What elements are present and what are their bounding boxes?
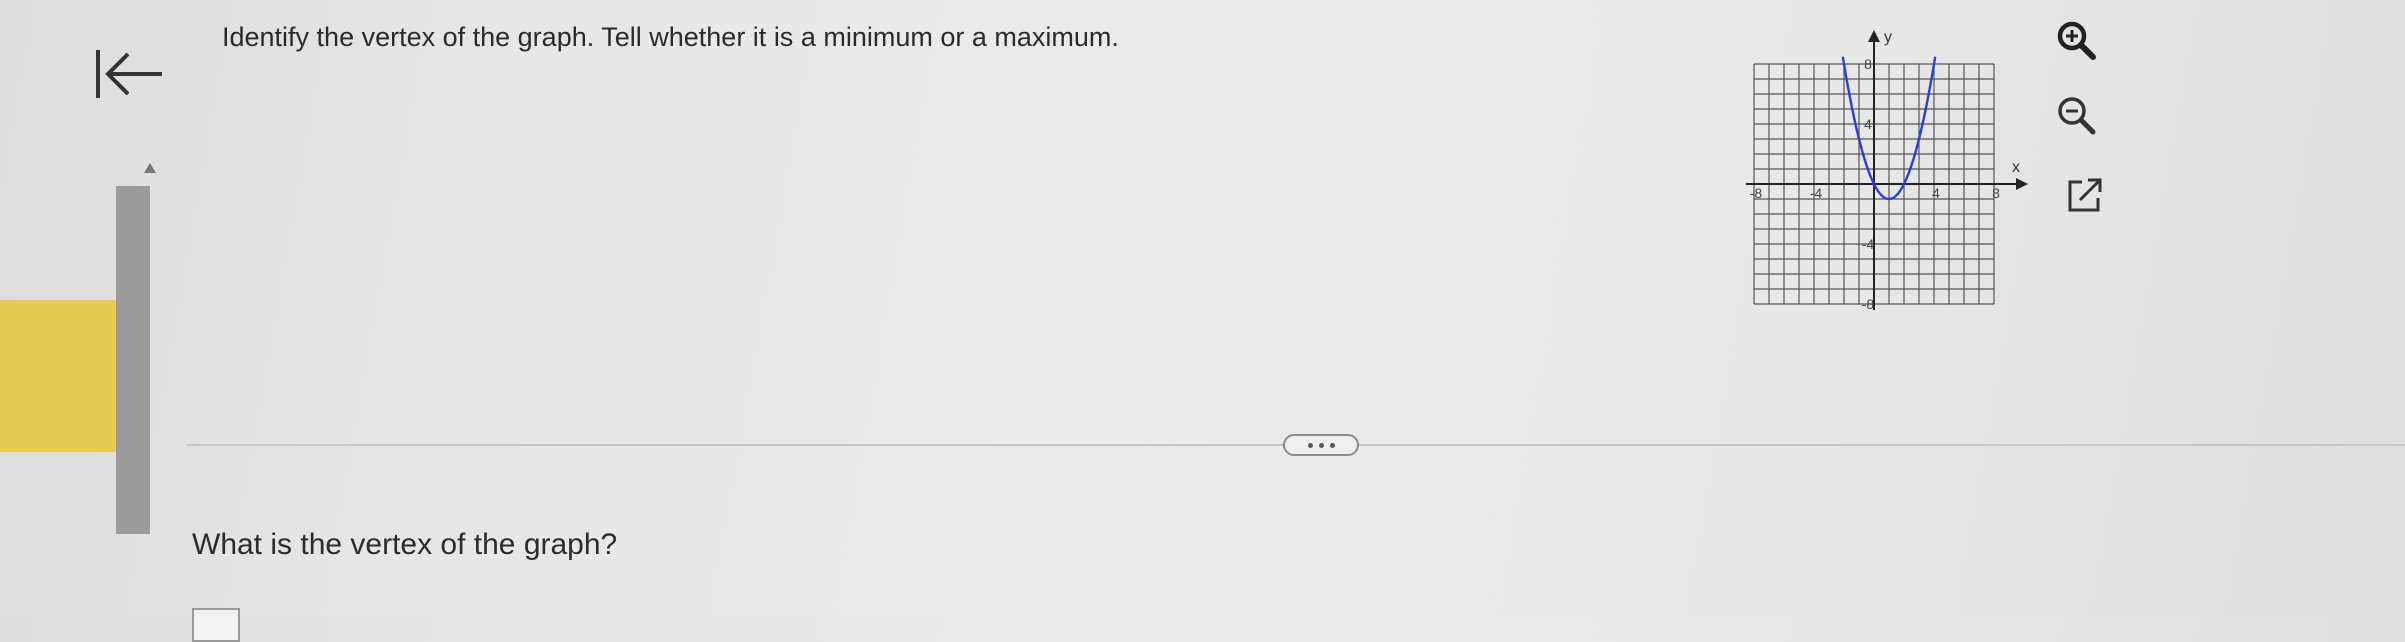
x-tick-label: -4 bbox=[1810, 185, 1823, 201]
x-axis-label: x bbox=[2012, 159, 2020, 176]
vertex-answer-input[interactable] bbox=[192, 608, 240, 642]
scroll-up-arrow[interactable] bbox=[142, 160, 158, 176]
question-prompt: Identify the vertex of the graph. Tell w… bbox=[222, 22, 1119, 52]
scrollbar-thumb[interactable] bbox=[116, 186, 150, 534]
first-page-arrow-icon bbox=[96, 50, 162, 98]
x-tick-label: -8 bbox=[1750, 185, 1763, 201]
ellipsis-dot-icon bbox=[1307, 442, 1313, 448]
ellipsis-dot-icon bbox=[1318, 442, 1324, 448]
zoom-out-icon bbox=[2058, 97, 2096, 135]
x-tick-label: 8 bbox=[1992, 185, 2000, 201]
y-axis-arrow bbox=[1868, 30, 1880, 42]
zoom-in-button[interactable] bbox=[2053, 17, 2099, 63]
y-tick-label: 8 bbox=[1864, 56, 1872, 72]
expand-more-button[interactable] bbox=[1283, 434, 1359, 456]
open-in-new-window-button[interactable] bbox=[2062, 172, 2108, 218]
external-link-icon bbox=[2068, 178, 2102, 212]
zoom-out-button[interactable] bbox=[2053, 92, 2099, 138]
scrollbar-track[interactable] bbox=[116, 186, 150, 534]
x-axis-arrow bbox=[2016, 178, 2028, 190]
y-tick-label: 4 bbox=[1864, 116, 1872, 132]
y-tick-label: -4 bbox=[1862, 236, 1875, 252]
y-axis-label: y bbox=[1884, 29, 1892, 46]
back-to-start-button[interactable] bbox=[92, 44, 172, 104]
zoom-in-icon bbox=[2057, 21, 2096, 60]
x-tick-label: 4 bbox=[1932, 185, 1940, 201]
triangle-up-icon bbox=[144, 163, 156, 173]
side-highlight-tab bbox=[0, 300, 122, 452]
parabola-graph: x y -8 -4 4 8 8 4 -4 -8 bbox=[1746, 29, 2028, 312]
ellipsis-dot-icon bbox=[1329, 442, 1335, 448]
y-tick-label: -8 bbox=[1862, 296, 1875, 312]
sub-question-prompt: What is the vertex of the graph? bbox=[192, 528, 618, 561]
